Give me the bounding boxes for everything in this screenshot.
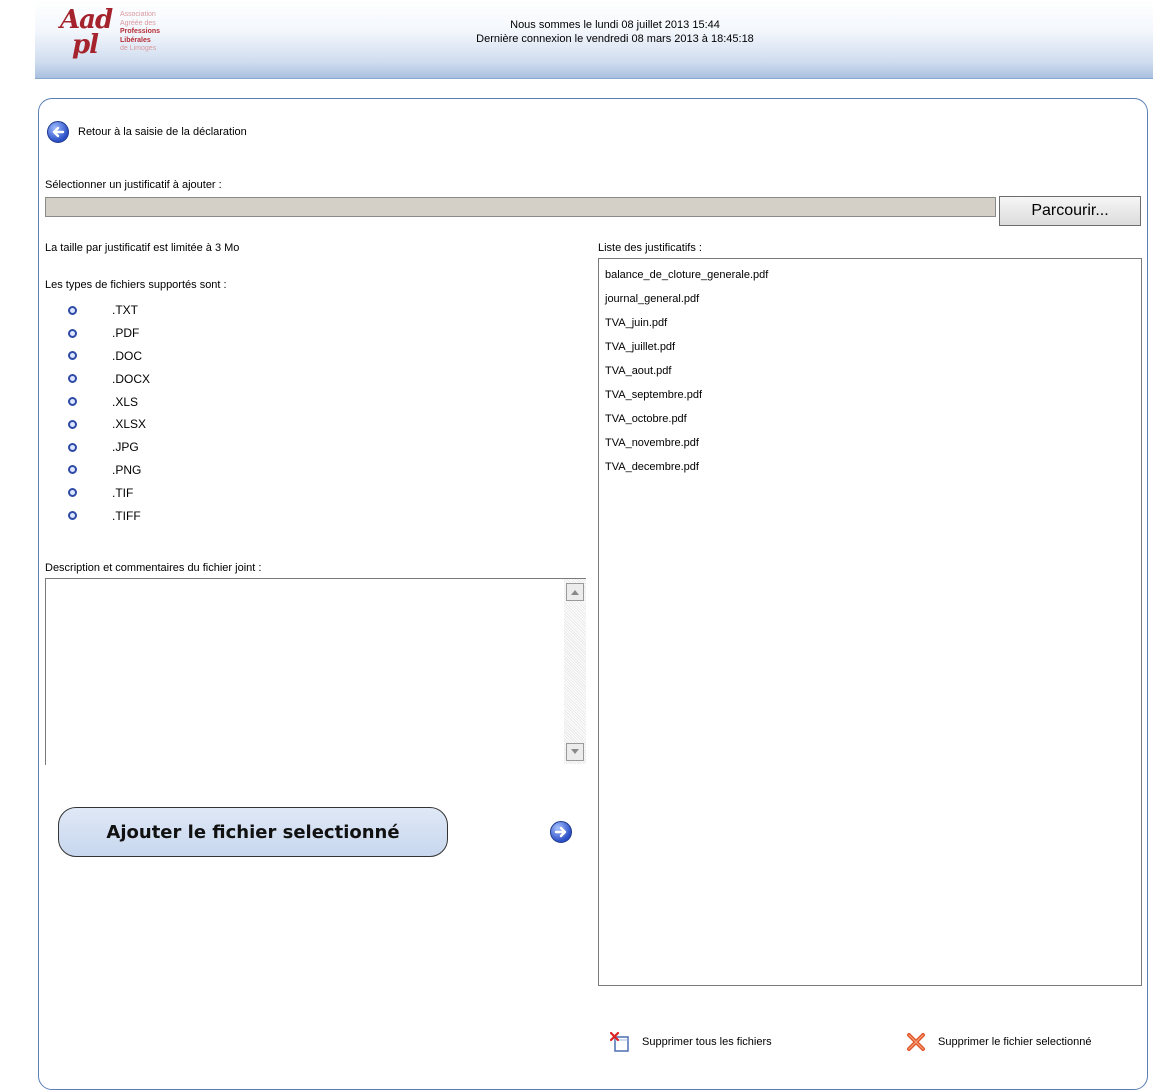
forward-arrow-icon[interactable] [550,821,572,843]
description-field [45,578,586,768]
type-label: .XLS [112,394,139,409]
list-item[interactable]: TVA_decembre.pdf [605,455,1141,479]
bullet-icon [68,442,77,452]
delete-all-icon[interactable] [609,1031,630,1052]
list-item: .DOC [68,345,150,368]
bullet-icon [68,328,77,338]
current-date: Nous sommes le lundi 08 juillet 2013 15:… [510,19,720,31]
bullet-icon [68,305,77,315]
supported-types-label: Les types de fichiers supportés sont : [45,279,227,291]
bullet-icon [68,374,77,384]
file-path-input[interactable] [45,197,996,217]
type-label: .XLSX [112,417,147,432]
header-banner: Aad pl Association Agréée des Profession… [35,0,1153,79]
back-arrow-icon[interactable] [47,121,69,143]
type-label: .TIFF [112,508,141,523]
type-label: .PNG [112,462,142,477]
list-item[interactable]: TVA_octobre.pdf [605,407,1141,431]
browse-button[interactable]: Parcourir... [999,196,1141,226]
delete-selected-icon[interactable] [906,1032,926,1052]
logo-line: Professions [120,28,161,35]
list-item: .DOCX [68,367,150,390]
session-info: Nous sommes le lundi 08 juillet 2013 15:… [355,18,875,46]
list-item[interactable]: TVA_aout.pdf [605,359,1141,383]
bullet-icon [68,465,77,475]
logo-line: de Limoges [120,45,157,52]
type-label: .DOCX [112,371,151,386]
list-item: .PDF [68,322,150,345]
type-label: .TXT [112,303,138,318]
scroll-up-button[interactable] [566,583,584,601]
delete-selected-label[interactable]: Supprimer le fichier selectionné [938,1036,1091,1048]
delete-all-label[interactable]: Supprimer tous les fichiers [642,1036,772,1048]
list-item: .XLSX [68,413,150,436]
description-scrollbar[interactable] [564,579,586,764]
logo-line: Libérales [120,36,151,44]
list-item: .TIF [68,481,150,504]
list-item[interactable]: TVA_septembre.pdf [605,383,1141,407]
logo-line: Association [120,11,156,18]
list-item[interactable]: TVA_juin.pdf [605,311,1141,335]
file-list-label: Liste des justificatifs : [598,242,702,254]
select-file-label: Sélectionner un justificatif à ajouter : [45,179,222,191]
attached-files-list[interactable]: balance_de_cloture_generale.pdf journal_… [598,258,1142,986]
size-limit-text: La taille par justificatif est limitée à… [45,242,240,254]
list-item: .TIFF [68,504,150,527]
list-item: .JPG [68,436,150,459]
back-to-declaration-link[interactable]: Retour à la saisie de la déclaration [47,121,247,143]
list-item[interactable]: journal_general.pdf [605,287,1141,311]
list-item[interactable]: TVA_juillet.pdf [605,335,1141,359]
list-item[interactable]: TVA_novembre.pdf [605,431,1141,455]
type-label: .JPG [112,440,139,455]
delete-all-files-button[interactable]: Supprimer tous les fichiers [609,1031,772,1052]
logo: Aad pl Association Agréée des Profession… [60,7,185,66]
description-textarea[interactable] [46,579,567,768]
type-label: .TIF [112,485,134,500]
logo-line: Agréée des [120,19,156,27]
add-file-button[interactable]: Ajouter le fichier selectionné [58,807,448,857]
bullet-icon [68,397,77,407]
bullet-icon [68,488,77,498]
supported-types-list: .TXT .PDF .DOC .DOCX .XLS .XLSX .JPG .PN… [68,299,150,527]
logo-mark: Aad pl [60,7,114,64]
last-login: Dernière connexion le vendredi 08 mars 2… [476,33,754,45]
list-item: .XLS [68,390,150,413]
bullet-icon [68,351,77,361]
description-label: Description et commentaires du fichier j… [45,562,262,574]
list-item: .TXT [68,299,150,322]
type-label: .PDF [112,326,140,341]
type-label: .DOC [112,348,142,363]
bullet-icon [68,511,77,521]
list-item: .PNG [68,459,150,482]
logo-text: Association Agréée des Professions Libér… [120,11,160,54]
bullet-icon [68,419,77,429]
delete-selected-file-button[interactable]: Supprimer le fichier selectionné [906,1032,1091,1052]
scroll-down-button[interactable] [566,743,584,761]
back-link-label[interactable]: Retour à la saisie de la déclaration [78,126,247,138]
list-item[interactable]: balance_de_cloture_generale.pdf [605,263,1141,287]
logo-mark-line: pl [72,30,99,60]
